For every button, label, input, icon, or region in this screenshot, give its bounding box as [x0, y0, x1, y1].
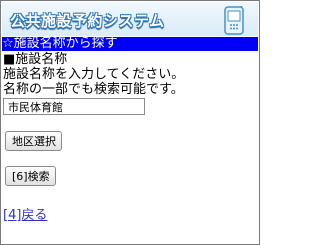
instruction-text-1: 施設名称を入力してください。 [3, 67, 185, 82]
search-button[interactable]: [6]検索 [5, 166, 56, 186]
instruction-text-2: 名称の一部でも検索可能です。 [3, 82, 184, 97]
header-banner: 公共施設予約システム [2, 2, 258, 36]
facility-name-input[interactable] [3, 98, 145, 115]
area-select-button[interactable]: 地区選択 [5, 131, 62, 151]
page-frame: 公共施設予約システム ☆施設名称から探す ■施設名称 施設名称を入力してください… [0, 0, 260, 245]
section-title-bar: ☆施設名称から探す [2, 37, 258, 51]
facility-name-heading: ■施設名称 [3, 52, 68, 67]
mobile-phone-icon [224, 6, 244, 35]
back-link[interactable]: [4]戻る [3, 208, 47, 224]
app-title: 公共施設予約システム [10, 12, 165, 30]
